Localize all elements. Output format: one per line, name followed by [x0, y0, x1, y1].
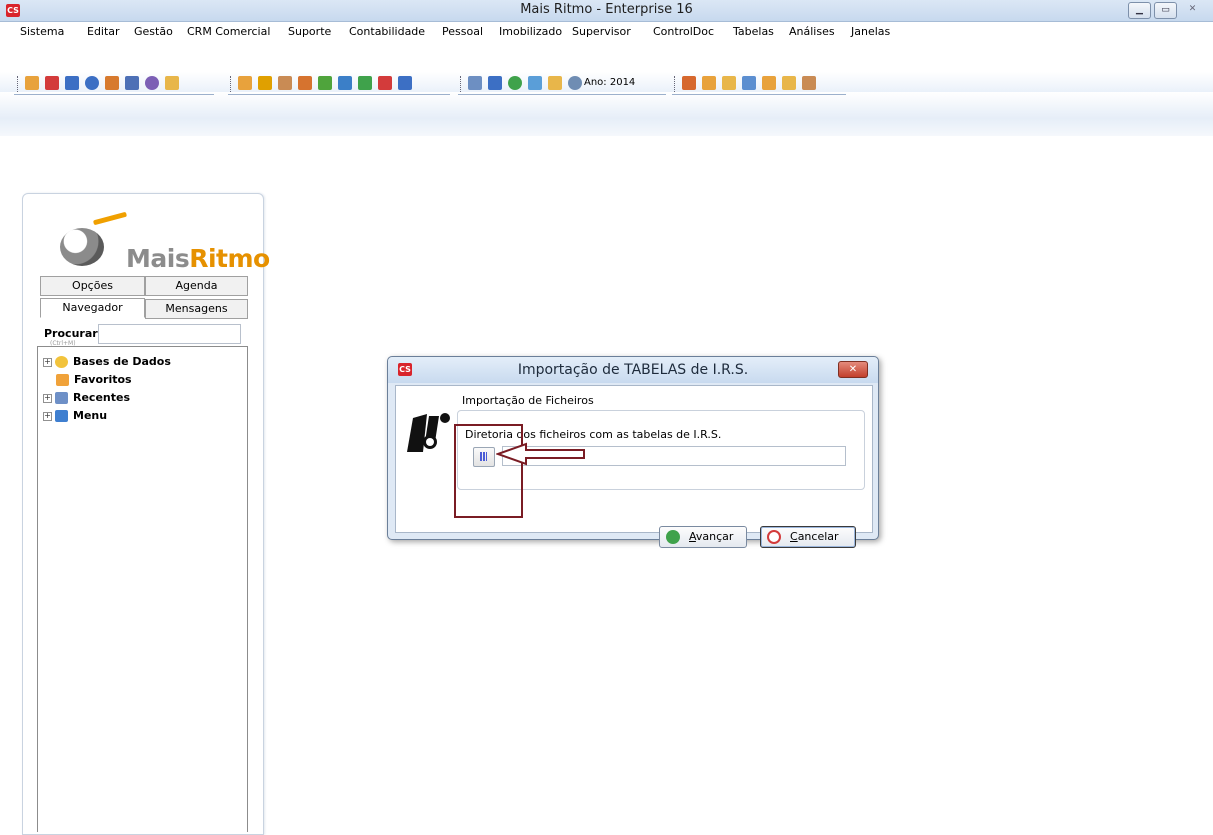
- circle-icon[interactable]: [508, 76, 522, 90]
- notes-icon[interactable]: [548, 76, 562, 90]
- menu-janelas[interactable]: Janelas: [851, 25, 890, 38]
- close-icon: ✕: [848, 364, 858, 375]
- maximize-icon: ▭: [1161, 5, 1170, 15]
- book-icon[interactable]: [318, 76, 332, 90]
- arrow-annotation-icon: [496, 442, 585, 466]
- close-icon: ✕: [1188, 4, 1197, 14]
- dialog-title: Importação de TABELAS de I.R.S.: [517, 362, 749, 378]
- tab-opcoes[interactable]: Opções: [40, 276, 145, 296]
- chart-icon[interactable]: [358, 76, 372, 90]
- group-icon[interactable]: [702, 76, 716, 90]
- group-title: Importação de Ficheiros: [462, 394, 594, 407]
- tools-icon[interactable]: [105, 76, 119, 90]
- favorites-icon: [56, 374, 69, 386]
- checkmark-icon: [666, 530, 680, 544]
- menu-contabilidade[interactable]: Contabilidade: [349, 25, 425, 38]
- toolbar-strip: [0, 92, 1213, 136]
- menu-analises[interactable]: Análises: [789, 25, 835, 38]
- window-title: Mais Ritmo - Enterprise 16: [520, 2, 693, 17]
- menu-sistema[interactable]: Sistema: [20, 25, 64, 38]
- close-button[interactable]: ✕: [1182, 2, 1203, 17]
- expand-icon[interactable]: +: [43, 357, 52, 367]
- barcode2-icon[interactable]: [398, 76, 412, 90]
- settings-icon[interactable]: [85, 76, 99, 90]
- database-icon: [55, 356, 68, 368]
- document-icon[interactable]: [338, 76, 352, 90]
- archive-icon[interactable]: [782, 76, 796, 90]
- folder-icon[interactable]: [165, 76, 179, 90]
- irs-import-dialog: CS Importação de TABELAS de I.R.S. ✕ Imp…: [387, 356, 879, 548]
- menu-controldoc[interactable]: ControlDoc: [653, 25, 714, 38]
- menu-pessoal[interactable]: Pessoal: [442, 25, 483, 38]
- table-icon[interactable]: [468, 76, 482, 90]
- cancel-button[interactable]: Cancelar: [760, 526, 856, 548]
- logo-text: MaisRitmo: [126, 244, 270, 273]
- cancel-icon: [767, 530, 781, 544]
- tab-mensagens[interactable]: Mensagens: [145, 299, 248, 319]
- recent-icon: [55, 392, 68, 404]
- tree-item-menu[interactable]: + Menu: [43, 409, 107, 422]
- menu-imobilizado[interactable]: Imobilizado: [499, 25, 562, 38]
- tree-item-recentes[interactable]: + Recentes: [43, 391, 130, 404]
- calculator-icon[interactable]: [125, 76, 139, 90]
- person-icon[interactable]: [278, 76, 292, 90]
- tab-agenda[interactable]: Agenda: [145, 276, 248, 296]
- search-label: Procurar :: [44, 327, 106, 340]
- logo-mark-icon: [60, 228, 104, 266]
- dialog-close-button[interactable]: ✕: [838, 361, 868, 378]
- menu-tabelas[interactable]: Tabelas: [733, 25, 774, 38]
- menu-supervisor[interactable]: Supervisor: [572, 25, 631, 38]
- minimize-icon: ▁: [1136, 5, 1143, 15]
- open-folder-icon[interactable]: [722, 76, 736, 90]
- expand-icon[interactable]: +: [43, 393, 52, 403]
- highlight-annotation: [454, 424, 523, 518]
- search-input[interactable]: [98, 324, 241, 344]
- toolbar-separator: [230, 76, 233, 92]
- globe-icon[interactable]: [145, 76, 159, 90]
- import-logo-icon: [407, 413, 450, 452]
- dialog-title-bar: CS Importação de TABELAS de I.R.S. ✕: [388, 357, 878, 383]
- menu-suporte[interactable]: Suporte: [288, 25, 331, 38]
- logo: MaisRitmo: [38, 204, 270, 274]
- tab-navegador[interactable]: Navegador: [40, 298, 145, 318]
- edit-icon[interactable]: [488, 76, 502, 90]
- toolbar-separator: [460, 76, 463, 92]
- tree-item-favoritos[interactable]: Favoritos: [56, 373, 132, 386]
- calendar-icon[interactable]: [528, 76, 542, 90]
- next-button[interactable]: Avançar: [659, 526, 747, 548]
- menu-gestao[interactable]: Gestão: [134, 25, 173, 38]
- music-icon[interactable]: [258, 76, 272, 90]
- dialog-content: Importação de Ficheiros Diretoria dos fi…: [395, 385, 873, 548]
- year-label[interactable]: Ano: 2014: [584, 77, 635, 88]
- tag-icon[interactable]: [682, 76, 696, 90]
- toolbar-separator: [17, 76, 20, 92]
- title-bar: CS Mais Ritmo - Enterprise 16 ▁ ▭ ✕: [0, 0, 1213, 22]
- toolbar-group-4: [672, 74, 846, 95]
- menu-bar: Sistema Editar Gestão CRM Comercial Supo…: [0, 22, 1213, 42]
- pencil-icon[interactable]: [742, 76, 756, 90]
- print-icon[interactable]: [45, 76, 59, 90]
- tree-item-bases-de-dados[interactable]: + Bases de Dados: [43, 355, 171, 368]
- menu-icon: [55, 410, 68, 422]
- users-icon[interactable]: [25, 76, 39, 90]
- printer-icon[interactable]: [378, 76, 392, 90]
- logo-stroke: [92, 211, 128, 226]
- expand-icon[interactable]: +: [43, 411, 52, 421]
- contacts-icon[interactable]: [238, 76, 252, 90]
- barcode-icon[interactable]: [65, 76, 79, 90]
- team-icon[interactable]: [762, 76, 776, 90]
- maximize-button[interactable]: ▭: [1154, 2, 1177, 19]
- employee-icon[interactable]: [802, 76, 816, 90]
- menu-editar[interactable]: Editar: [87, 25, 120, 38]
- sync-icon[interactable]: [568, 76, 582, 90]
- user-icon[interactable]: [298, 76, 312, 90]
- menu-crm-comercial[interactable]: CRM Comercial: [187, 25, 270, 38]
- toolbar-separator: [674, 76, 677, 92]
- minimize-button[interactable]: ▁: [1128, 2, 1151, 19]
